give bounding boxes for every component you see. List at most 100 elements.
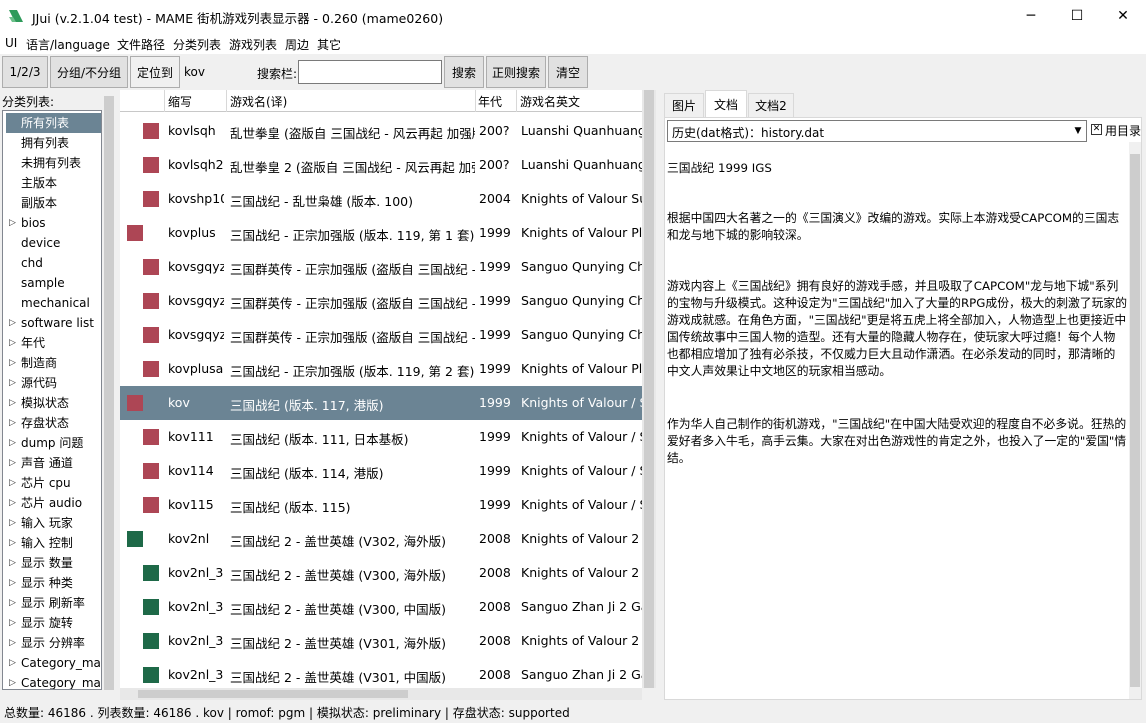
expand-arrow-icon[interactable]: ▷ xyxy=(9,353,16,373)
column-english-name[interactable]: 游戏名英文 xyxy=(520,93,580,110)
table-row[interactable]: kov2nl_300c 三国战纪 2 - 盖世英雄 (V300, 中国版) 2008… xyxy=(120,590,642,624)
table-row[interactable]: kov 三国战纪 (版本. 117, 港版) 1999 Knights of Valo… xyxy=(120,386,642,420)
menu-ui[interactable]: UI xyxy=(5,36,17,50)
sidebar-item[interactable]: ▷ 显示 数量 xyxy=(3,553,101,573)
sidebar-scrollbar-thumb[interactable] xyxy=(104,96,114,690)
column-year[interactable]: 年代 xyxy=(478,93,502,110)
regex-search-button[interactable]: 正则搜索 xyxy=(486,56,546,88)
sidebar-item[interactable]: 主版本 xyxy=(3,173,101,193)
expand-arrow-icon[interactable]: ▷ xyxy=(9,653,16,673)
table-row[interactable]: kovlsqh2 乱世拳皇 2 (盗版自 三国战纪 - 风云再起 加强版 200? L… xyxy=(120,148,642,182)
game-list-vscrollbar[interactable] xyxy=(642,90,656,688)
table-row[interactable]: kovplus 三国战纪 - 正宗加强版 (版本. 119, 第 1 套) 1999… xyxy=(120,216,642,250)
table-row[interactable]: kov2nl_300 三国战纪 2 - 盖世英雄 (V300, 海外版) 2008 K… xyxy=(120,556,642,590)
table-row[interactable]: kovsgqyzb 三国群英传 - 正宗加强版 (盗版自 三国战纪 - 正 1999… xyxy=(120,318,642,352)
sidebar-item[interactable]: ▷ 制造商 xyxy=(3,353,101,373)
sidebar-item[interactable]: ▷ 年代 xyxy=(3,333,101,353)
tab-document2[interactable]: 文档2 xyxy=(748,93,794,117)
table-row[interactable]: kovplusa 三国战纪 - 正宗加强版 (版本. 119, 第 2 套) 199… xyxy=(120,352,642,386)
use-directory-checkbox[interactable]: ✕ xyxy=(1091,124,1102,135)
sidebar-item[interactable]: ▷ 存盘状态 xyxy=(3,413,101,433)
sidebar-item[interactable]: ▷ bios xyxy=(3,213,101,233)
maximize-button[interactable]: ☐ xyxy=(1054,0,1100,32)
sidebar-item[interactable]: ▷ 显示 分辨率 xyxy=(3,633,101,653)
sidebar-item[interactable]: ▷ 芯片 audio xyxy=(3,493,101,513)
expand-arrow-icon[interactable]: ▷ xyxy=(9,433,16,453)
sidebar-item[interactable]: chd xyxy=(3,253,101,273)
table-row[interactable]: kov2nl 三国战纪 2 - 盖世英雄 (V302, 海外版) 2008 Knigh… xyxy=(120,522,642,556)
sidebar-item[interactable]: 所有列表 xyxy=(6,113,101,133)
table-row[interactable]: kovsgqyza 三国群英传 - 正宗加强版 (盗版自 三国战纪 - 正 1999… xyxy=(120,284,642,318)
table-row[interactable]: kov115 三国战纪 (版本. 115) 1999 Knights of Valou… xyxy=(120,488,642,522)
expand-arrow-icon[interactable]: ▷ xyxy=(9,673,16,689)
expand-arrow-icon[interactable]: ▷ xyxy=(9,513,16,533)
expand-arrow-icon[interactable]: ▷ xyxy=(9,613,16,633)
document-scrollbar-thumb[interactable] xyxy=(1130,154,1140,687)
category-tree[interactable]: 所有列表 拥有列表 未拥有列表 主版本 副版本 ▷ bios device chd sample m… xyxy=(2,110,102,690)
sidebar-item[interactable]: ▷ 显示 旋转 xyxy=(3,613,101,633)
expand-arrow-icon[interactable]: ▷ xyxy=(9,453,16,473)
column-name[interactable]: 游戏名(译) xyxy=(230,93,287,110)
table-row[interactable]: kov2nl_301c 三国战纪 2 - 盖世英雄 (V301, 中国版) 2008… xyxy=(120,658,642,688)
sidebar-item[interactable]: ▷ 模拟状态 xyxy=(3,393,101,413)
column-abbr[interactable]: 缩写 xyxy=(168,93,192,110)
sidebar-item[interactable]: ▷ software list xyxy=(3,313,101,333)
menu-file-path[interactable]: 文件路径 xyxy=(117,36,165,53)
minimize-button[interactable]: ─ xyxy=(1008,0,1054,32)
sidebar-item[interactable]: ▷ 输入 控制 xyxy=(3,533,101,553)
sidebar-item[interactable]: 未拥有列表 xyxy=(3,153,101,173)
expand-arrow-icon[interactable]: ▷ xyxy=(9,333,16,353)
sidebar-item[interactable]: sample xyxy=(3,273,101,293)
menu-game-list[interactable]: 游戏列表 xyxy=(229,36,277,53)
sidebar-item[interactable]: ▷ 声音 通道 xyxy=(3,453,101,473)
close-button[interactable]: ✕ xyxy=(1100,0,1146,32)
tab-document[interactable]: 文档 xyxy=(705,90,747,118)
menu-peripherals[interactable]: 周边 xyxy=(285,36,309,53)
expand-arrow-icon[interactable]: ▷ xyxy=(9,573,16,593)
table-row[interactable]: kovsgqyz 三国群英传 - 正宗加强版 (盗版自 三国战纪 - 正 1999 S… xyxy=(120,250,642,284)
sidebar-item[interactable]: mechanical xyxy=(3,293,101,313)
menu-category-list[interactable]: 分类列表 xyxy=(173,36,221,53)
menu-other[interactable]: 其它 xyxy=(317,36,341,53)
table-row[interactable]: kov114 三国战纪 (版本. 114, 港版) 1999 Knights of V… xyxy=(120,454,642,488)
sidebar-item[interactable]: ▷ dump 问题 xyxy=(3,433,101,453)
expand-arrow-icon[interactable]: ▷ xyxy=(9,373,16,393)
chevron-down-icon[interactable]: ▼ xyxy=(1070,121,1086,141)
game-list-body[interactable]: kovlsqh 乱世拳皇 (盗版自 三国战纪 - 风云再起 加强版 200? Luan… xyxy=(120,112,642,688)
sidebar-scrollbar[interactable] xyxy=(102,90,116,700)
game-list-vscrollbar-thumb[interactable] xyxy=(644,90,654,688)
game-list-hscrollbar-thumb[interactable] xyxy=(138,690,408,698)
tab-image[interactable]: 图片 xyxy=(664,93,704,117)
sidebar-item[interactable]: ▷ 芯片 cpu xyxy=(3,473,101,493)
expand-arrow-icon[interactable]: ▷ xyxy=(9,473,16,493)
expand-arrow-icon[interactable]: ▷ xyxy=(9,313,16,333)
expand-arrow-icon[interactable]: ▷ xyxy=(9,493,16,513)
page-toggle-button[interactable]: 1/2/3 xyxy=(2,56,48,88)
expand-arrow-icon[interactable]: ▷ xyxy=(9,393,16,413)
expand-arrow-icon[interactable]: ▷ xyxy=(9,633,16,653)
table-row[interactable]: kovlsqh 乱世拳皇 (盗版自 三国战纪 - 风云再起 加强版 200? Luan… xyxy=(120,114,642,148)
sidebar-item[interactable]: ▷ 显示 种类 xyxy=(3,573,101,593)
table-row[interactable]: kovshp10 三国战纪 - 乱世枭雄 (版本. 100) 2004 Knights… xyxy=(120,182,642,216)
search-button[interactable]: 搜索 xyxy=(444,56,484,88)
history-source-select[interactable]: 历史(dat格式)：history.dat ▼ xyxy=(667,120,1087,142)
group-toggle-button[interactable]: 分组/不分组 xyxy=(50,56,128,88)
search-input[interactable] xyxy=(298,60,442,84)
sidebar-item[interactable]: ▷ 源代码 xyxy=(3,373,101,393)
game-list-hscrollbar[interactable] xyxy=(120,688,642,700)
clear-button[interactable]: 清空 xyxy=(548,56,588,88)
sidebar-item[interactable]: ▷ 输入 玩家 xyxy=(3,513,101,533)
sidebar-item[interactable]: ▷ Category_mar xyxy=(3,653,101,673)
sidebar-item[interactable]: ▷ 显示 刷新率 xyxy=(3,593,101,613)
table-row[interactable]: kov2nl_301 三国战纪 2 - 盖世英雄 (V301, 海外版) 2008 K… xyxy=(120,624,642,658)
expand-arrow-icon[interactable]: ▷ xyxy=(9,533,16,553)
sidebar-item[interactable]: ▷ Category_mar xyxy=(3,673,101,689)
expand-arrow-icon[interactable]: ▷ xyxy=(9,593,16,613)
expand-arrow-icon[interactable]: ▷ xyxy=(9,213,16,233)
table-row[interactable]: kov111 三国战纪 (版本. 111, 日本基板) 1999 Knights of… xyxy=(120,420,642,454)
document-scrollbar[interactable] xyxy=(1129,142,1141,699)
expand-arrow-icon[interactable]: ▷ xyxy=(9,413,16,433)
menu-language[interactable]: 语言/language xyxy=(26,36,110,53)
locate-button[interactable]: 定位到 xyxy=(130,56,180,88)
expand-arrow-icon[interactable]: ▷ xyxy=(9,553,16,573)
